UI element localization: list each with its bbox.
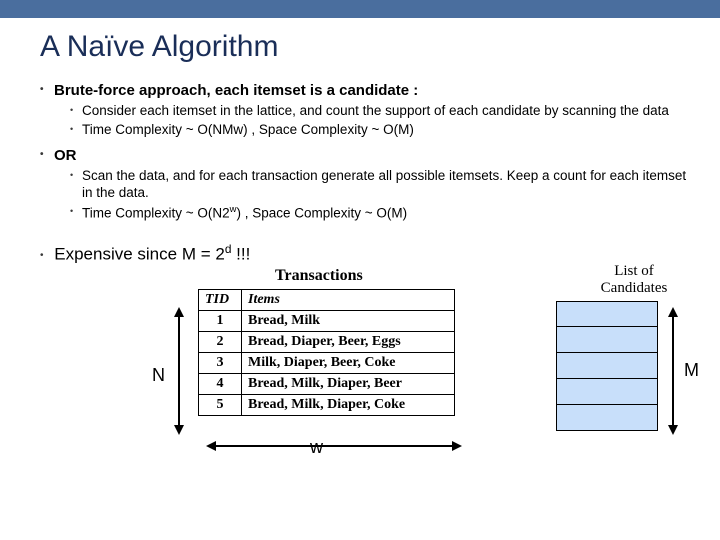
bullet-or: OR Scan the data, and for each transacti… [40,147,690,222]
text: !!! [231,245,250,264]
n-arrow-down-icon [174,425,184,435]
col-items: Items [242,289,455,310]
bullet-brute-force-detail: Consider each itemset in the lattice, an… [70,103,690,120]
title-bar [0,0,720,18]
w-label: w [310,437,323,458]
w-arrow [214,445,454,447]
bullet-brute-force: Brute-force approach, each itemset is a … [40,82,690,139]
candidates-box [556,301,658,431]
table-row: 3Milk, Diaper, Beer, Coke [199,352,455,373]
transactions-table: TIDItems 1Bread, Milk 2Bread, Diaper, Be… [198,289,455,416]
n-arrow-up-icon [174,307,184,317]
text: OR [54,147,77,164]
table-row: 2Bread, Diaper, Beer, Eggs [199,331,455,352]
text: Brute-force approach, each itemset is a … [54,82,418,99]
bullet-brute-force-complexity: Time Complexity ~ O(NMw) , Space Complex… [70,122,690,139]
table-row: 5Bread, Milk, Diaper, Coke [199,394,455,415]
text: ) , Space Complexity ~ O(M) [236,205,407,220]
m-arrow-up-icon [668,307,678,317]
w-arrow-right-icon [452,441,462,451]
slide-body: A Naïve Algorithm Brute-force approach, … [0,18,720,485]
m-label: M [684,360,699,381]
text: Time Complexity ~ O(N2 [82,205,230,220]
bullet-expensive: • Expensive since M = 2d !!! [40,242,690,265]
bullet-scan-complexity: Time Complexity ~ O(N2w) , Space Complex… [70,204,690,222]
bullet-list: Brute-force approach, each itemset is a … [40,82,690,222]
col-tid: TID [199,289,242,310]
n-label: N [152,365,165,386]
diagram: Transactions N TIDItems 1Bread, Milk 2Br… [60,265,700,485]
candidates-header: List of Candidates [584,263,684,297]
text: Expensive since M = 2 [54,245,225,264]
table-row: 4Bread, Milk, Diaper, Beer [199,373,455,394]
m-arrow [672,315,674,427]
table-row: 1Bread, Milk [199,310,455,331]
slide-title: A Naïve Algorithm [40,30,690,64]
transactions-header: Transactions [275,267,363,285]
m-arrow-down-icon [668,425,678,435]
w-arrow-left-icon [206,441,216,451]
n-arrow [178,315,180,427]
bullet-scan-detail: Scan the data, and for each transaction … [70,168,690,202]
